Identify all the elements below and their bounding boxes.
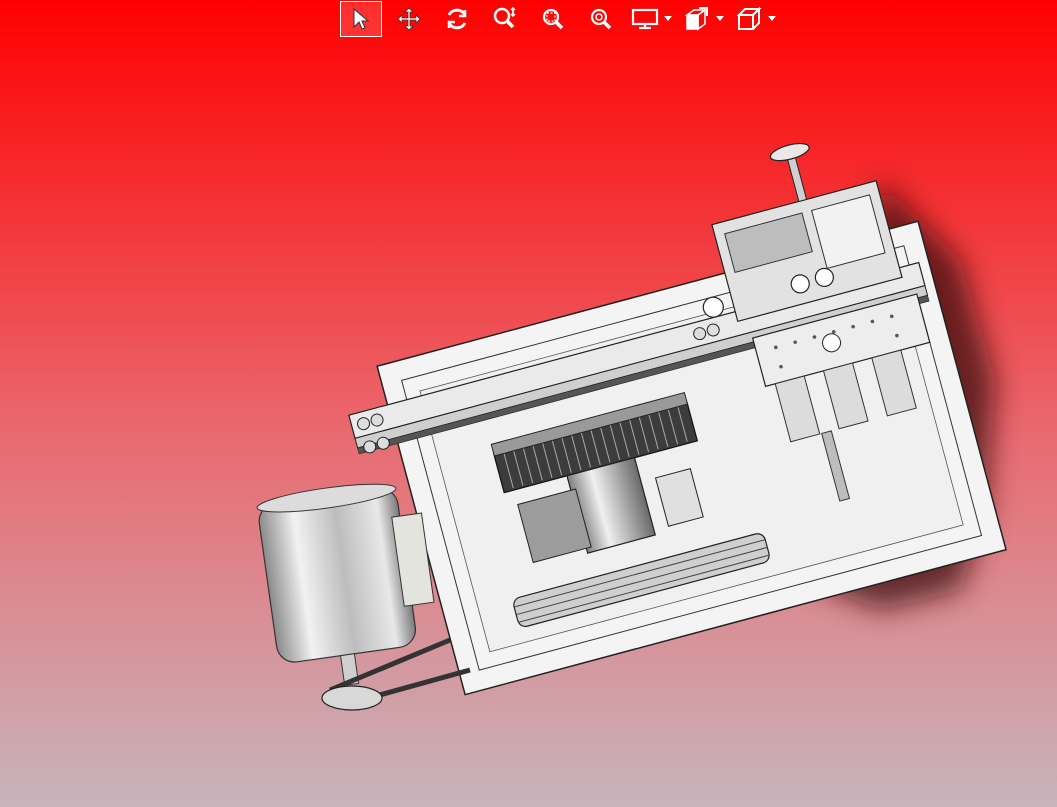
display-mode-button[interactable] [628,1,662,37]
rotate-button[interactable] [436,1,478,37]
view-toolbar [340,0,784,38]
zoom-fit-button[interactable] [580,1,622,37]
display-mode-icon [631,7,659,31]
section-view-dropdown[interactable] [680,1,726,37]
chevron-down-icon[interactable] [766,1,778,37]
display-mode-dropdown[interactable] [628,1,674,37]
pan-button[interactable] [388,1,430,37]
section-view-icon [683,6,711,32]
view-orientation-dropdown[interactable] [732,1,778,37]
select-arrow-icon [351,7,371,31]
pan-icon [397,7,421,31]
zoom-window-button[interactable] [532,1,574,37]
zoom-fit-icon [588,6,614,32]
view-orientation-icon [735,6,763,32]
rotate-icon [444,6,470,32]
zoom-icon [492,6,518,32]
chevron-down-icon[interactable] [662,1,674,37]
section-view-button[interactable] [680,1,714,37]
zoom-window-icon [540,6,566,32]
3d-viewport[interactable] [0,0,1057,807]
zoom-button[interactable] [484,1,526,37]
motor-pulley [321,685,383,711]
cad-model-view[interactable] [0,0,1057,807]
view-orientation-button[interactable] [732,1,766,37]
select-button[interactable] [340,1,382,37]
chevron-down-icon[interactable] [714,1,726,37]
